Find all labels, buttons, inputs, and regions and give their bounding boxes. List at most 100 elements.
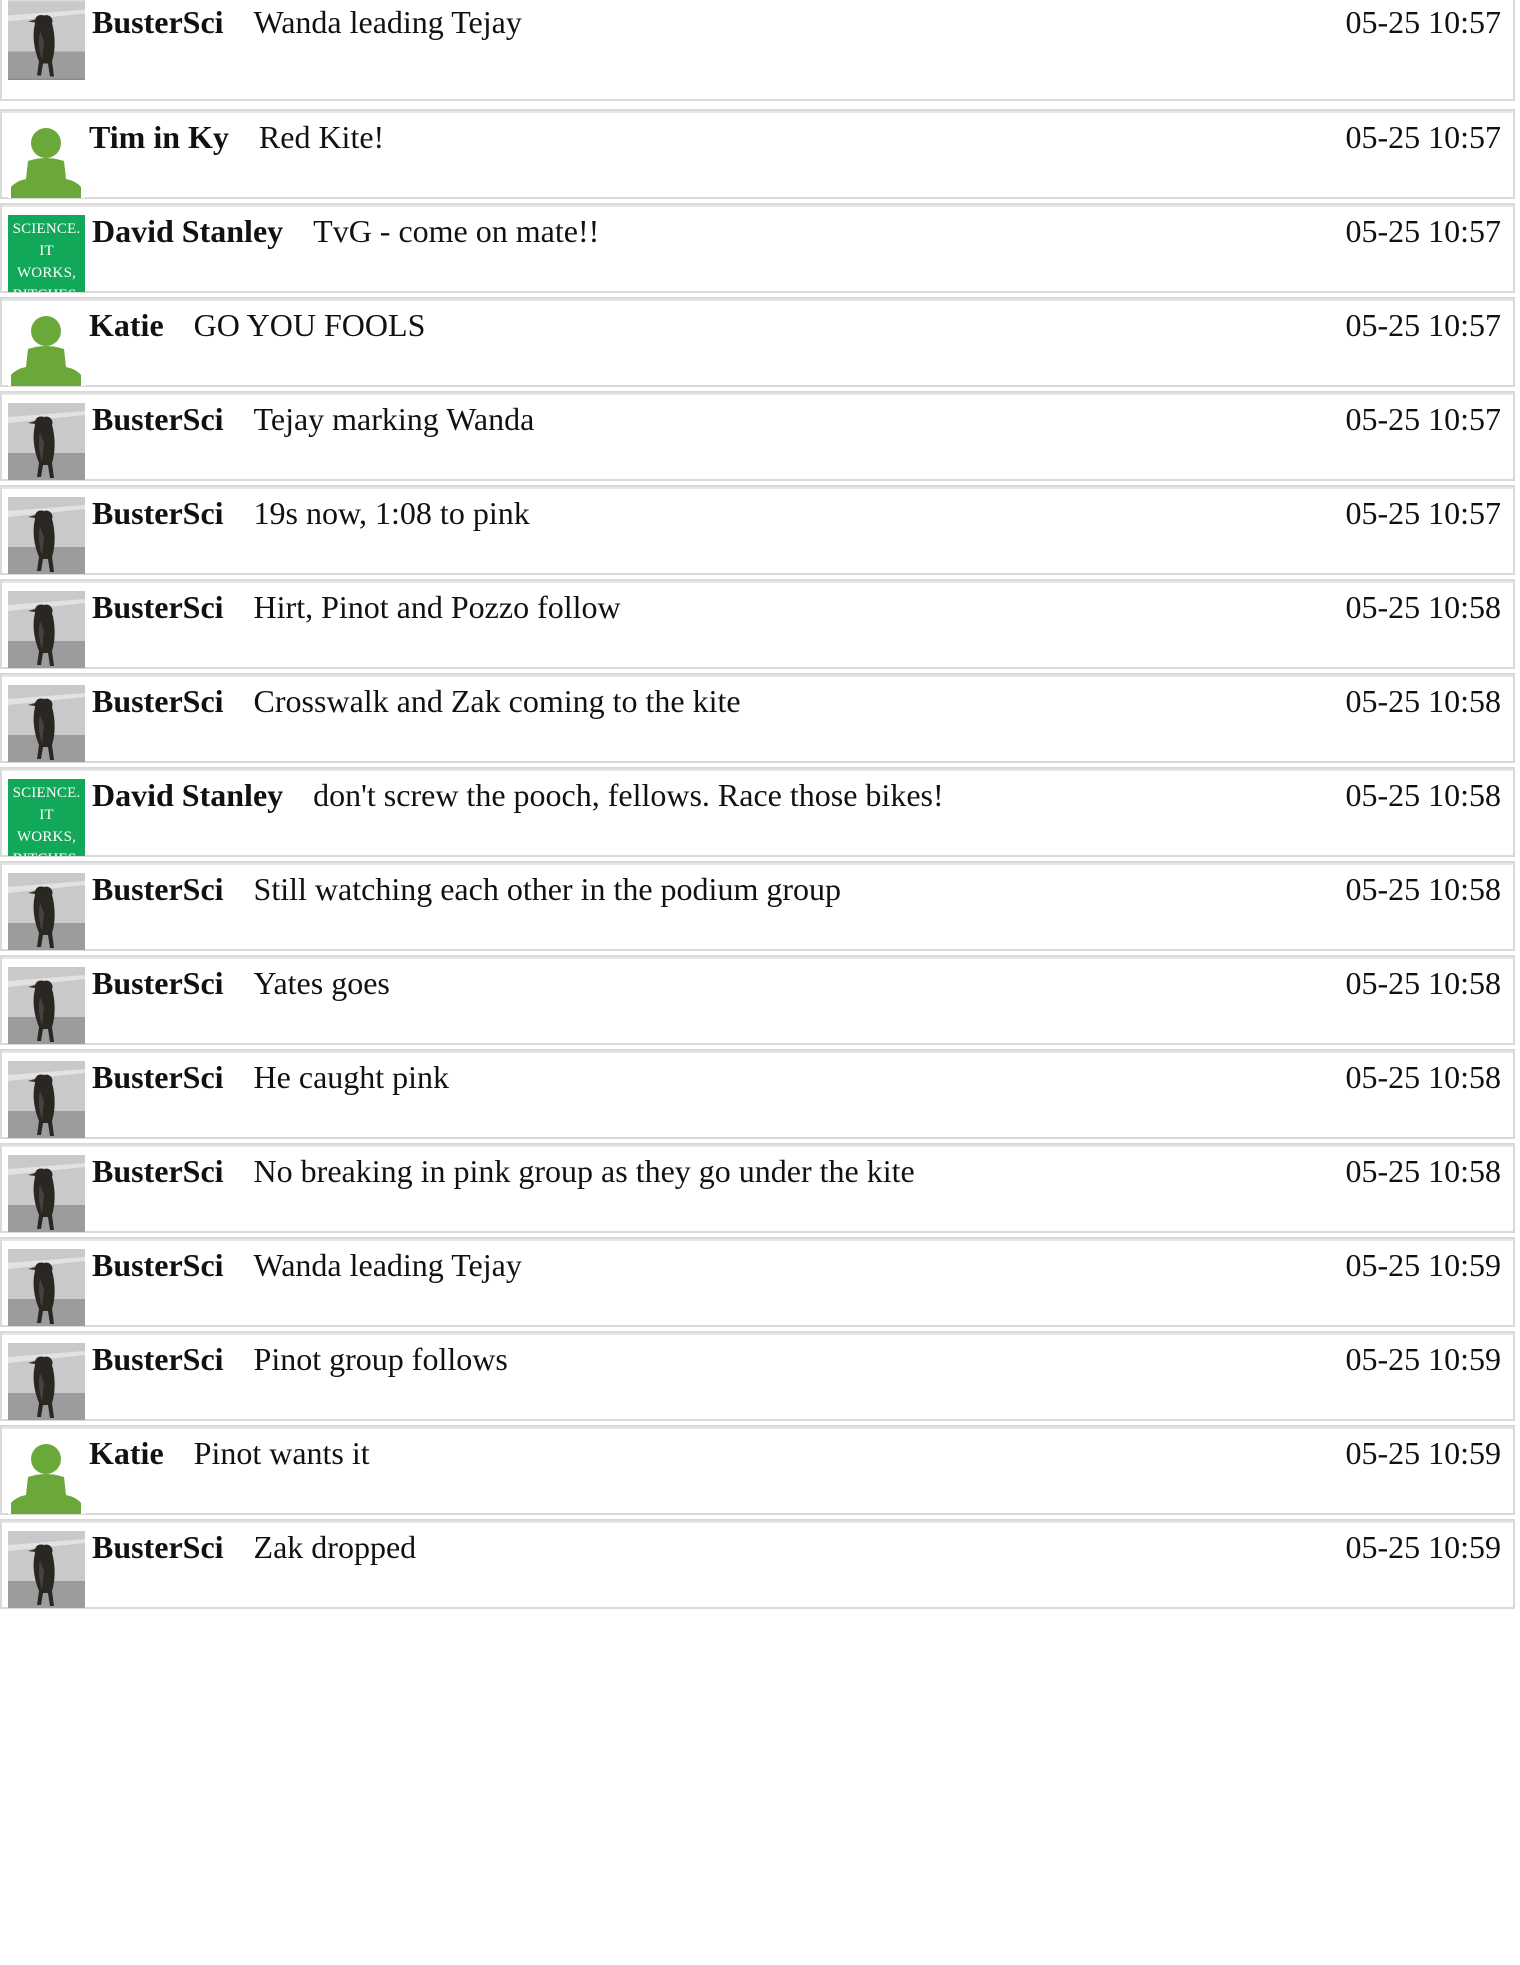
chat-message: BusterSci Crosswalk and Zak coming to the… (0, 673, 1515, 763)
message-username[interactable]: BusterSci (92, 4, 224, 40)
message-text: Yates goes (253, 965, 390, 1001)
message-text: 19s now, 1:08 to pink (253, 495, 530, 531)
message-username[interactable]: Katie (89, 307, 164, 343)
message-username[interactable]: Tim in Ky (89, 119, 229, 155)
default-user-icon[interactable] (8, 121, 85, 198)
message-timestamp: 05-25 10:59 (1345, 1435, 1501, 1471)
message-timestamp: 05-25 10:57 (1345, 119, 1501, 155)
message-username[interactable]: David Stanley (92, 213, 283, 249)
message-text: Pinot wants it (193, 1435, 370, 1471)
message-username[interactable]: David Stanley (92, 777, 283, 813)
message-username[interactable]: BusterSci (92, 1529, 224, 1565)
message-line: BusterSci Crosswalk and Zak coming to the… (92, 681, 741, 721)
chat-message: BusterSci Wanda leading Tejay 05-25 10:59 (0, 1237, 1515, 1327)
message-text: Crosswalk and Zak coming to the kite (253, 683, 741, 719)
user-avatar-photo[interactable] (8, 1249, 85, 1326)
message-timestamp: 05-25 10:59 (1345, 1529, 1501, 1565)
message-text: Wanda leading Tejay (253, 1247, 522, 1283)
user-avatar-photo[interactable] (8, 1155, 85, 1232)
user-avatar-badge[interactable]: SCIENCE. IT WORKS, BITCHES. (8, 215, 85, 292)
user-avatar-photo[interactable] (8, 685, 85, 762)
message-text: TvG - come on mate!! (313, 213, 600, 249)
user-avatar-photo[interactable] (8, 1061, 85, 1138)
message-line: Tim in Ky Red Kite! (89, 117, 384, 157)
badge-text: SCIENCE. (12, 785, 81, 801)
chat-message: Tim in Ky Red Kite! 05-25 10:57 (0, 109, 1515, 199)
user-avatar-photo[interactable] (8, 0, 85, 80)
chat-message: SCIENCE. IT WORKS, BITCHES. David Stanley Tv… (0, 203, 1515, 293)
user-avatar-photo[interactable] (8, 1343, 85, 1420)
message-text: He caught pink (253, 1059, 450, 1095)
message-line: BusterSci Zak dropped (92, 1527, 416, 1567)
message-timestamp: 05-25 10:58 (1345, 1059, 1501, 1095)
message-line: BusterSci Still watching each other in th… (92, 869, 841, 909)
user-avatar-badge[interactable]: SCIENCE. IT WORKS, BITCHES. (8, 779, 85, 856)
message-line: BusterSci No breaking in pink group as th… (92, 1151, 915, 1191)
message-text: Wanda leading Tejay (253, 4, 522, 40)
message-line: BusterSci Yates goes (92, 963, 390, 1003)
message-username[interactable]: Katie (89, 1435, 164, 1471)
message-username[interactable]: BusterSci (92, 871, 224, 907)
message-text: Pinot group follows (253, 1341, 508, 1377)
chat-message: BusterSci Tejay marking Wanda 05-25 10:57 (0, 391, 1515, 481)
message-text: GO YOU FOOLS (193, 307, 426, 343)
message-text: Red Kite! (258, 119, 385, 155)
chat-message: BusterSci Still watching each other in th… (0, 861, 1515, 951)
default-user-icon[interactable] (8, 1437, 85, 1514)
user-avatar-photo[interactable] (8, 967, 85, 1044)
message-line: BusterSci He caught pink (92, 1057, 449, 1097)
message-line: BusterSci 19s now, 1:08 to pink (92, 493, 530, 533)
message-timestamp: 05-25 10:58 (1345, 871, 1501, 907)
message-text: Zak dropped (253, 1529, 417, 1565)
chat-message: BusterSci Wanda leading Tejay 05-25 10:57 (0, 0, 1515, 101)
chat-message: Katie Pinot wants it 05-25 10:59 (0, 1425, 1515, 1515)
message-username[interactable]: BusterSci (92, 1341, 224, 1377)
message-text: Hirt, Pinot and Pozzo follow (253, 589, 621, 625)
badge-text: IT WORKS, (16, 807, 77, 845)
message-timestamp: 05-25 10:58 (1345, 965, 1501, 1001)
message-username[interactable]: BusterSci (92, 589, 224, 625)
message-username[interactable]: BusterSci (92, 401, 224, 437)
message-timestamp: 05-25 10:57 (1345, 4, 1501, 40)
chat-message: SCIENCE. IT WORKS, BITCHES. David Stanley do… (0, 767, 1515, 857)
chat-message: BusterSci Hirt, Pinot and Pozzo follow 05-… (0, 579, 1515, 669)
message-line: BusterSci Pinot group follows (92, 1339, 508, 1379)
message-line: Katie Pinot wants it (89, 1433, 370, 1473)
user-avatar-photo[interactable] (8, 1531, 85, 1608)
message-timestamp: 05-25 10:57 (1345, 401, 1501, 437)
message-username[interactable]: BusterSci (92, 1059, 224, 1095)
message-timestamp: 05-25 10:59 (1345, 1341, 1501, 1377)
message-timestamp: 05-25 10:58 (1345, 589, 1501, 625)
chat-message: BusterSci Zak dropped 05-25 10:59 (0, 1519, 1515, 1609)
badge-text: SCIENCE. (12, 221, 81, 237)
message-username[interactable]: BusterSci (92, 1153, 224, 1189)
badge-text: BITCHES. (8, 284, 85, 292)
user-avatar-photo[interactable] (8, 403, 85, 480)
message-timestamp: 05-25 10:58 (1345, 777, 1501, 813)
message-line: BusterSci Wanda leading Tejay (92, 2, 522, 42)
message-line: David Stanley don't screw the pooch, fell… (92, 775, 944, 815)
chat-message: BusterSci No breaking in pink group as th… (0, 1143, 1515, 1233)
message-timestamp: 05-25 10:58 (1345, 683, 1501, 719)
user-avatar-photo[interactable] (8, 873, 85, 950)
message-timestamp: 05-25 10:57 (1345, 495, 1501, 531)
chat-message: BusterSci Pinot group follows 05-25 10:59 (0, 1331, 1515, 1421)
chat-message: BusterSci Yates goes 05-25 10:58 (0, 955, 1515, 1045)
user-avatar-photo[interactable] (8, 591, 85, 668)
message-text: No breaking in pink group as they go und… (253, 1153, 915, 1189)
message-username[interactable]: BusterSci (92, 683, 224, 719)
default-user-icon[interactable] (8, 309, 85, 386)
message-text: Tejay marking Wanda (253, 401, 535, 437)
message-timestamp: 05-25 10:59 (1345, 1247, 1501, 1283)
message-text: don't screw the pooch, fellows. Race tho… (313, 777, 944, 813)
message-timestamp: 05-25 10:57 (1345, 213, 1501, 249)
chat-message: BusterSci He caught pink 05-25 10:58 (0, 1049, 1515, 1139)
chat-message: Katie GO YOU FOOLS 05-25 10:57 (0, 297, 1515, 387)
message-username[interactable]: BusterSci (92, 965, 224, 1001)
message-line: BusterSci Wanda leading Tejay (92, 1245, 522, 1285)
message-line: BusterSci Tejay marking Wanda (92, 399, 534, 439)
user-avatar-photo[interactable] (8, 497, 85, 574)
message-username[interactable]: BusterSci (92, 1247, 224, 1283)
message-line: David Stanley TvG - come on mate!! (92, 211, 599, 251)
message-username[interactable]: BusterSci (92, 495, 224, 531)
